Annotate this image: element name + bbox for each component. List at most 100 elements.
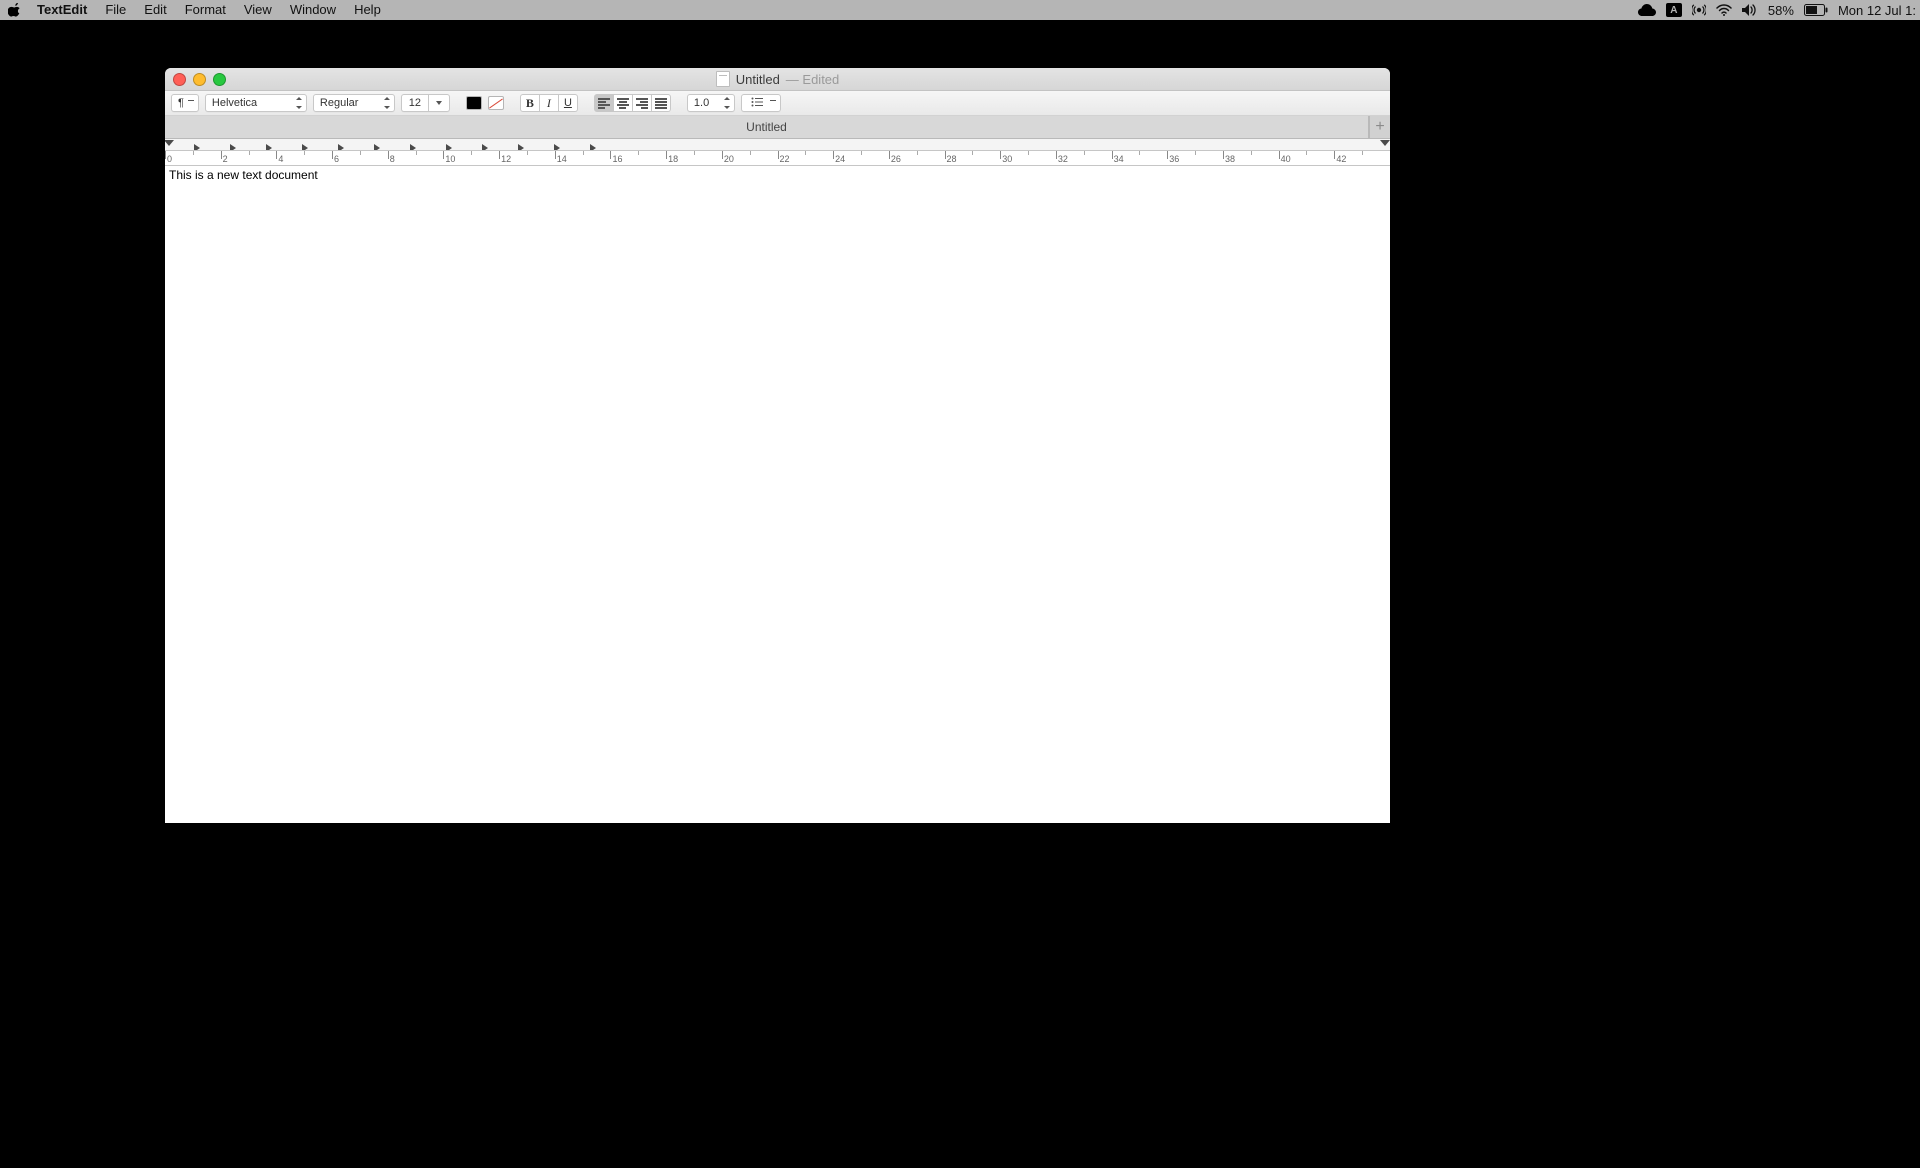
ruler-tick — [610, 151, 611, 159]
align-left-button[interactable] — [594, 94, 614, 112]
ruler-tick — [276, 151, 277, 159]
ruler-tick — [499, 151, 500, 159]
italic-button[interactable]: I — [540, 94, 559, 112]
zoom-button[interactable] — [213, 73, 226, 86]
ruler-label: 28 — [947, 154, 957, 164]
ruler-tick — [1251, 151, 1252, 155]
ruler-tick — [443, 151, 444, 159]
tab-untitled[interactable]: Untitled — [165, 116, 1369, 138]
line-spacing-select[interactable]: 1.0 — [687, 94, 735, 112]
ruler-label: 12 — [501, 154, 511, 164]
ruler-tick — [945, 151, 946, 159]
document-area[interactable]: This is a new text document — [165, 166, 1390, 823]
align-left-icon — [598, 98, 610, 108]
highlight-color-well[interactable] — [488, 96, 504, 110]
ruler-label: 36 — [1169, 154, 1179, 164]
menubar: TextEdit File Edit Format View Window He… — [0, 0, 1400, 20]
menu-edit[interactable]: Edit — [135, 0, 175, 20]
menu-file[interactable]: File — [96, 0, 135, 20]
window-controls — [173, 73, 226, 86]
plus-icon: + — [1375, 118, 1384, 136]
ruler-tick — [1362, 151, 1363, 155]
ruler-tick — [694, 151, 695, 155]
ruler-tick — [1000, 151, 1001, 159]
ruler-tick — [889, 151, 890, 159]
ruler-tick — [471, 151, 472, 155]
menu-view[interactable]: View — [235, 0, 281, 20]
ruler-label: 26 — [891, 154, 901, 164]
font-size-field[interactable]: 12 — [401, 94, 428, 112]
titlebar[interactable]: Untitled — Edited — [165, 68, 1390, 91]
ruler-tick — [583, 151, 584, 155]
ruler-label: 38 — [1225, 154, 1235, 164]
list-style-select[interactable] — [741, 94, 781, 112]
menu-format[interactable]: Format — [176, 0, 235, 20]
apple-menu-icon[interactable] — [8, 3, 28, 17]
clock[interactable]: Mon 12 Jul 1: — [1838, 3, 1916, 18]
font-family-select[interactable]: Helvetica — [205, 94, 307, 112]
ruler-label: 40 — [1281, 154, 1291, 164]
ruler-label: 34 — [1114, 154, 1124, 164]
status-area: A 58% Mon 12 Jul 1: — [1630, 0, 1920, 20]
battery-percent: 58% — [1768, 3, 1794, 18]
ruler[interactable]: 0246810121416182022242628303234363840424… — [165, 139, 1390, 166]
document-icon — [716, 71, 730, 87]
ruler-label: 20 — [724, 154, 734, 164]
align-center-button[interactable] — [614, 94, 633, 112]
menu-help[interactable]: Help — [345, 0, 390, 20]
window-title: Untitled — [736, 72, 780, 87]
ruler-label: 6 — [334, 154, 339, 164]
ruler-tick — [1279, 151, 1280, 159]
ruler-tick — [360, 151, 361, 155]
ruler-label: 24 — [835, 154, 845, 164]
ruler-tick — [1112, 151, 1113, 159]
align-right-button[interactable] — [633, 94, 652, 112]
underline-button[interactable]: U — [559, 94, 578, 112]
right-margin-marker[interactable] — [1380, 140, 1390, 146]
ruler-tick — [1195, 151, 1196, 155]
menu-window[interactable]: Window — [281, 0, 345, 20]
font-size-stepper[interactable] — [428, 94, 450, 112]
align-justify-button[interactable] — [652, 94, 671, 112]
ruler-tick — [1056, 151, 1057, 159]
ruler-label: 2 — [223, 154, 228, 164]
battery-icon[interactable] — [1804, 4, 1828, 16]
text-color-well[interactable] — [466, 96, 482, 110]
wifi-icon[interactable] — [1716, 4, 1732, 16]
airdrop-icon[interactable] — [1692, 3, 1706, 17]
ruler-label: 30 — [1002, 154, 1012, 164]
textedit-window: Untitled — Edited ¶ Helvetica Regular 12 — [165, 68, 1390, 823]
format-toolbar: ¶ Helvetica Regular 12 B — [165, 91, 1390, 116]
cloud-icon[interactable] — [1638, 4, 1656, 16]
line-spacing-value: 1.0 — [694, 97, 709, 109]
ruler-tick — [165, 151, 166, 159]
ruler-tick — [193, 151, 194, 155]
paragraph-style-select[interactable]: ¶ — [171, 94, 199, 112]
new-tab-button[interactable]: + — [1369, 116, 1390, 138]
align-center-icon — [617, 98, 629, 108]
ruler-tick — [638, 151, 639, 155]
ruler-tick — [1028, 151, 1029, 155]
ruler-tick — [805, 151, 806, 155]
ruler-tick — [1306, 151, 1307, 155]
align-justify-icon — [655, 98, 667, 108]
ruler-tick — [527, 151, 528, 155]
minimize-button[interactable] — [193, 73, 206, 86]
volume-icon[interactable] — [1742, 4, 1758, 16]
ruler-tick — [1167, 151, 1168, 159]
window-edited-indicator: — Edited — [786, 72, 839, 87]
app-name-menu[interactable]: TextEdit — [28, 0, 96, 20]
ruler-label: 10 — [445, 154, 455, 164]
document-text[interactable]: This is a new text document — [165, 166, 1390, 184]
ruler-tick — [666, 151, 667, 159]
list-icon — [751, 97, 763, 110]
ruler-tick — [304, 151, 305, 155]
keyboard-input-icon[interactable]: A — [1666, 3, 1682, 17]
ruler-label: 32 — [1058, 154, 1068, 164]
close-button[interactable] — [173, 73, 186, 86]
ruler-label: 42 — [1336, 154, 1346, 164]
ruler-label: 22 — [780, 154, 790, 164]
font-style-select[interactable]: Regular — [313, 94, 395, 112]
bold-button[interactable]: B — [520, 94, 540, 112]
paragraph-symbol: ¶ — [178, 96, 184, 110]
